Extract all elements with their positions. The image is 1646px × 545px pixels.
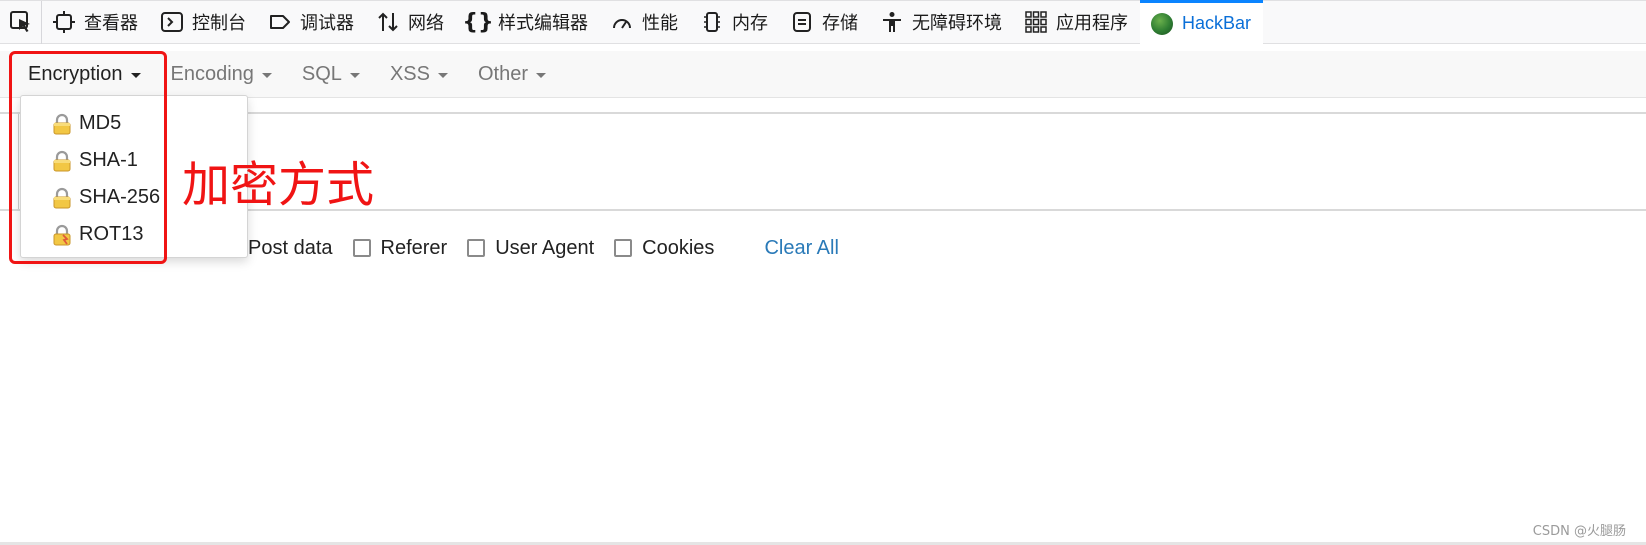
tab-performance[interactable]: 性能 (600, 1, 690, 44)
tab-label: HackBar (1182, 13, 1252, 33)
debugger-icon (268, 10, 292, 34)
tab-label: 样式编辑器 (498, 13, 588, 34)
tab-label: 无障碍环境 (912, 13, 1002, 34)
watermark: CSDN @火腿肠 (1532, 524, 1626, 539)
tab-inspector[interactable]: 查看器 (42, 1, 150, 44)
tab-label: 存储 (822, 13, 858, 34)
tab-memory[interactable]: 内存 (690, 1, 780, 44)
menu-label: SQL (301, 62, 342, 85)
tab-label: 内存 (732, 13, 768, 34)
annotation-text: 加密方式 (182, 157, 375, 213)
tab-debugger[interactable]: 调试器 (258, 1, 366, 44)
memory-icon (700, 10, 724, 34)
tab-console[interactable]: 控制台 (150, 1, 258, 44)
performance-icon (610, 10, 634, 34)
tab-label: 控制台 (192, 13, 246, 34)
user-agent-checkbox[interactable] (467, 239, 486, 257)
inspector-icon (52, 10, 76, 34)
caret-down-icon (349, 73, 360, 78)
element-picker-button[interactable] (0, 0, 42, 44)
caret-down-icon (437, 73, 448, 78)
clear-all-link[interactable]: Clear All (764, 237, 838, 260)
network-icon (376, 10, 400, 34)
devtools-toolbar: 查看器 控制台 调试器 网络 {} 样式编辑器 性能 内存 存储 无障碍环境 应… (0, 0, 1646, 44)
menu-other[interactable]: Other (478, 63, 546, 86)
page: 查看器 控制台 调试器 网络 {} 样式编辑器 性能 内存 存储 无障碍环境 应… (0, 0, 1646, 545)
caret-down-icon (536, 73, 546, 78)
accessibility-icon (880, 10, 904, 34)
referer-checkbox[interactable] (352, 239, 371, 257)
option-label: Post data (248, 236, 333, 259)
tab-accessibility[interactable]: 无障碍环境 (870, 1, 1014, 44)
tab-style-editor[interactable]: {} 样式编辑器 (456, 1, 600, 44)
option-cookies[interactable]: Cookies (614, 237, 714, 260)
tab-label: 应用程序 (1056, 13, 1128, 34)
tab-label: 网络 (408, 13, 444, 34)
cursor-pick-icon (9, 11, 30, 32)
console-icon (160, 10, 184, 34)
tab-label: 性能 (642, 13, 678, 34)
request-options: Post data Referer User Agent Cookies Cle… (220, 233, 839, 263)
storage-icon (790, 10, 814, 34)
tab-network[interactable]: 网络 (366, 1, 456, 44)
tab-application[interactable]: 应用程序 (1014, 1, 1140, 44)
hackbar-logo-icon (1150, 12, 1174, 36)
highlight-box (9, 51, 167, 264)
tab-label: 查看器 (84, 13, 138, 34)
option-user-agent[interactable]: User Agent (467, 237, 594, 260)
tab-storage[interactable]: 存储 (780, 1, 870, 44)
style-editor-icon: {} (462, 9, 494, 35)
menu-label: Encoding (170, 62, 254, 85)
option-referer[interactable]: Referer (352, 236, 448, 260)
caret-down-icon (261, 73, 272, 78)
menu-label: XSS (389, 62, 430, 85)
option-label: Referer (380, 236, 448, 259)
hackbar-menu: Encryption Encoding SQL XSS Other (0, 51, 1646, 98)
option-label: User Agent (495, 236, 595, 259)
menu-sql[interactable]: SQL (302, 63, 360, 86)
menu-encoding[interactable]: Encoding (171, 63, 272, 86)
menu-xss[interactable]: XSS (390, 63, 448, 86)
tab-label: 调试器 (300, 13, 354, 34)
option-label: Cookies (642, 236, 715, 259)
menu-label: Other (477, 62, 528, 85)
tab-hackbar[interactable]: HackBar (1140, 0, 1264, 44)
application-icon (1024, 10, 1048, 34)
cookies-checkbox[interactable] (614, 239, 633, 257)
